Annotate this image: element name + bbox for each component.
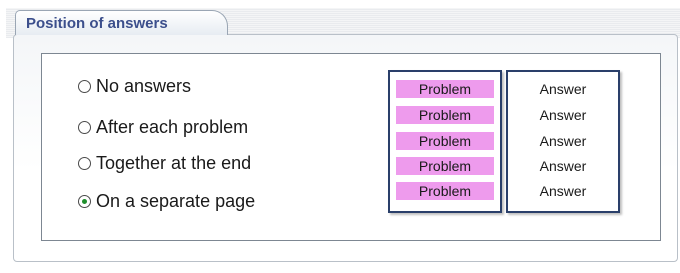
preview-answer: Answer: [539, 107, 587, 123]
preview-answer: Answer: [539, 133, 587, 149]
preview-problem: Problem: [396, 80, 494, 98]
section-tab-title: Position of answers: [26, 15, 168, 32]
preview-answer: Answer: [539, 158, 587, 174]
section-tab: Position of answers: [15, 10, 228, 35]
position-of-answers-screen: Position of answers No answers After eac…: [0, 0, 680, 273]
radio-no-answers[interactable]: [78, 79, 91, 93]
radio-together-at-end[interactable]: [78, 156, 91, 170]
preview-problem: Problem: [396, 132, 494, 150]
preview-problem: Problem: [396, 182, 494, 200]
radio-after-each-problem[interactable]: [78, 120, 91, 134]
option-label: On a separate page: [96, 190, 256, 211]
preview-answer: Answer: [539, 81, 587, 97]
option-separate-page[interactable]: On a separate page: [78, 190, 255, 212]
option-label: After each problem: [96, 116, 249, 137]
preview-problem: Problem: [396, 106, 494, 124]
option-label: Together at the end: [96, 152, 252, 173]
preview-problem: Problem: [396, 157, 494, 175]
preview-problems-page: Problem Problem Problem Problem Problem: [388, 70, 502, 213]
option-label: No answers: [96, 75, 192, 96]
option-no-answers[interactable]: No answers: [78, 75, 191, 97]
option-together-at-end[interactable]: Together at the end: [78, 152, 251, 174]
option-after-each-problem[interactable]: After each problem: [78, 116, 248, 138]
preview-answers-page: Answer Answer Answer Answer Answer: [506, 70, 620, 213]
radio-separate-page[interactable]: [78, 194, 91, 208]
preview-answer: Answer: [539, 183, 587, 199]
